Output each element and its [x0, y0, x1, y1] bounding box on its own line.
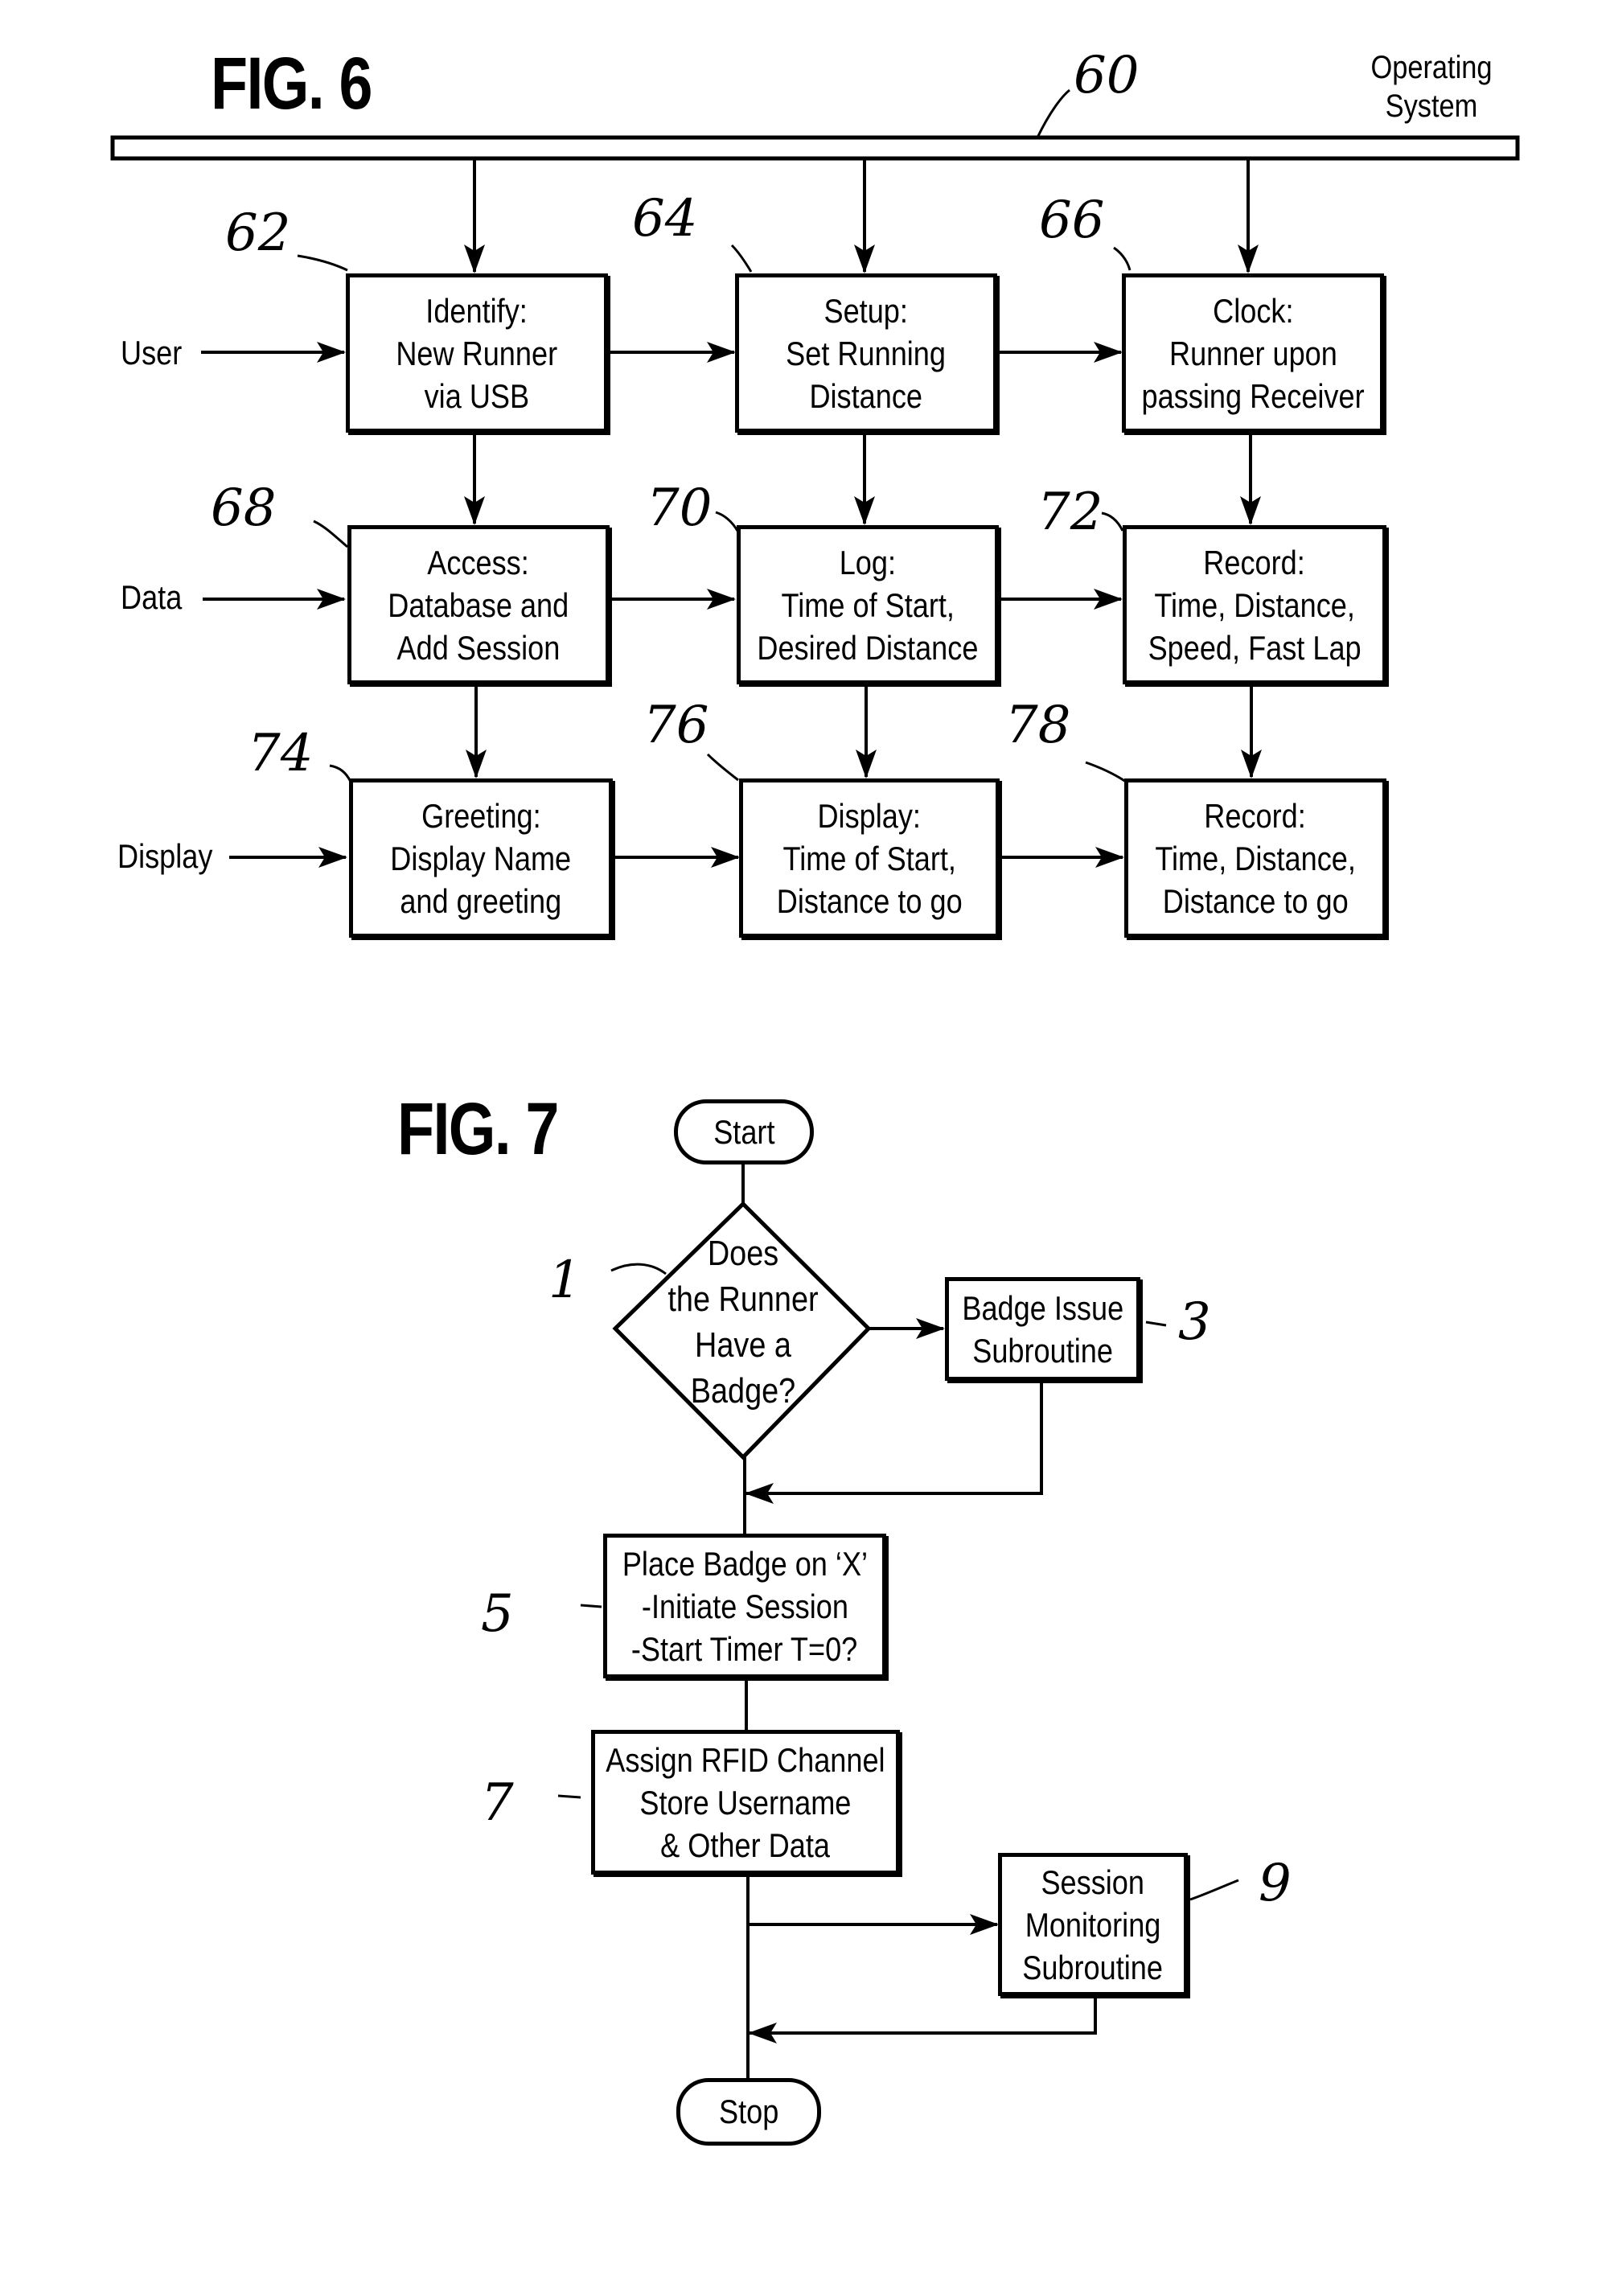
- ref-60: 60: [1074, 46, 1140, 105]
- box-line: and greeting: [400, 881, 562, 920]
- box-line: Set Running: [786, 334, 947, 372]
- box-line: -Initiate Session: [641, 1587, 848, 1625]
- ref-5: 5: [481, 1584, 514, 1644]
- ref-9: 9: [1259, 1854, 1292, 1913]
- box-line: Monitoring: [1025, 1905, 1161, 1944]
- box-line: Time, Distance,: [1154, 585, 1355, 624]
- session-monitoring-return: [748, 1995, 1097, 2043]
- input-label-display: Display: [117, 837, 213, 875]
- decision-line: Badge?: [690, 1371, 796, 1411]
- box-70-log: Log: Time of Start, Desired Distance: [737, 525, 999, 684]
- ref-7: 7: [481, 1773, 514, 1833]
- ref-74: 74: [248, 724, 314, 783]
- input-label-data: Data: [121, 578, 183, 616]
- box-line: Setup:: [823, 291, 909, 330]
- box-line: Badge Issue: [962, 1288, 1123, 1327]
- box-line: Record:: [1204, 796, 1307, 835]
- box-line: Clock:: [1212, 291, 1294, 330]
- start-label: Start: [713, 1112, 775, 1151]
- box-line: Greeting:: [421, 796, 541, 835]
- start-terminal: Start: [674, 1099, 814, 1164]
- ref-9-leader: [1189, 1879, 1239, 1901]
- box-74-greeting: Greeting: Display Name and greeting: [349, 778, 613, 938]
- ref-64: 64: [632, 189, 698, 248]
- ref-62-leader: [297, 254, 348, 272]
- box-line: Speed, Fast Lap: [1148, 628, 1362, 667]
- ref-60-leader: [1036, 88, 1070, 138]
- box-line: Subroutine: [972, 1331, 1113, 1370]
- stop-terminal: Stop: [676, 2078, 821, 2146]
- ref-70: 70: [647, 479, 713, 538]
- decision-line: the Runner: [667, 1279, 819, 1319]
- box-64-setup: Setup: Set Running Distance: [735, 273, 997, 433]
- ref-72: 72: [1037, 483, 1103, 542]
- ref-74-leader: [329, 764, 352, 782]
- box-line: Time of Start,: [781, 585, 955, 624]
- box-66-clock: Clock: Runner upon passing Receiver: [1122, 273, 1384, 433]
- box-line: Log:: [839, 543, 897, 581]
- ref-76-leader: [706, 753, 739, 782]
- box-62-identify: Identify: New Runner via USB: [346, 273, 608, 433]
- ref-66: 66: [1039, 191, 1105, 250]
- box-line: Distance to go: [1162, 881, 1349, 920]
- ref-1: 1: [548, 1251, 581, 1310]
- ref-64-leader: [730, 244, 753, 273]
- ref-62: 62: [225, 203, 291, 263]
- box-line: Database and: [388, 585, 569, 624]
- badge-issue-subroutine-box: Badge Issue Subroutine: [945, 1277, 1140, 1381]
- os-label-line-1: Operating: [1370, 50, 1493, 85]
- box-line: Place Badge on ‘X’: [622, 1544, 868, 1583]
- ref-5-leader: [580, 1604, 602, 1608]
- ref-78: 78: [1005, 696, 1071, 755]
- place-badge-box: Place Badge on ‘X’ -Initiate Session -St…: [603, 1534, 886, 1678]
- box-line: Identify:: [425, 291, 528, 330]
- operating-system-label: Operating System: [1370, 48, 1494, 125]
- ref-68: 68: [211, 479, 277, 538]
- box-line: Access:: [427, 543, 530, 581]
- decision-line: Does: [707, 1234, 779, 1273]
- ref-78-leader: [1085, 761, 1127, 783]
- assign-rfid-box: Assign RFID Channel Store Username & Oth…: [591, 1730, 900, 1875]
- box-76-display: Display: Time of Start, Distance to go: [739, 778, 1000, 938]
- box-line: Time of Start,: [782, 839, 956, 877]
- os-label-line-2: System: [1385, 88, 1478, 124]
- box-line: Store Username: [639, 1783, 852, 1822]
- ref-68-leader: [313, 520, 348, 548]
- ref-66-leader: [1113, 246, 1132, 271]
- fig6-title: FIG. 6: [211, 43, 372, 125]
- box-line: Display:: [817, 796, 922, 835]
- box-line: Assign RFID Channel: [606, 1740, 885, 1779]
- stop-label: Stop: [718, 2093, 779, 2130]
- ref-76: 76: [643, 696, 709, 755]
- decision-line: Have a: [695, 1325, 791, 1365]
- ref-3-leader: [1145, 1321, 1167, 1327]
- box-line: Session: [1041, 1863, 1145, 1901]
- ref-72-leader: [1101, 511, 1124, 532]
- operating-system-bus: [110, 135, 1520, 161]
- box-line: Subroutine: [1022, 1948, 1164, 1986]
- box-line: -Start Timer T=0?: [631, 1629, 858, 1668]
- decision-text: Does the Runner Have a Badge?: [630, 1230, 856, 1414]
- box-line: Runner upon: [1168, 334, 1337, 372]
- box-line: Display Name: [390, 839, 572, 877]
- box-78-record: Record: Time, Distance, Distance to go: [1124, 778, 1386, 938]
- session-monitoring-box: Session Monitoring Subroutine: [998, 1853, 1188, 1996]
- box-line: Record:: [1203, 543, 1306, 581]
- ref-7-leader: [557, 1794, 581, 1799]
- fig7-title: FIG. 7: [397, 1088, 559, 1170]
- box-line: passing Receiver: [1141, 376, 1365, 415]
- box-line: via USB: [424, 376, 530, 415]
- box-72-record: Record: Time, Distance, Speed, Fast Lap: [1123, 525, 1386, 684]
- box-line: Distance: [809, 376, 923, 415]
- box-line: New Runner: [396, 334, 558, 372]
- box-line: Time, Distance,: [1155, 839, 1356, 877]
- box-line: Distance to go: [776, 881, 963, 920]
- box-line: & Other Data: [660, 1826, 831, 1864]
- box-line: Desired Distance: [757, 628, 979, 667]
- box-line: Add Session: [396, 628, 561, 667]
- ref-3: 3: [1178, 1292, 1211, 1352]
- ref-70-leader: [715, 511, 739, 532]
- box-68-access: Access: Database and Add Session: [347, 525, 610, 684]
- input-label-user: User: [121, 334, 183, 372]
